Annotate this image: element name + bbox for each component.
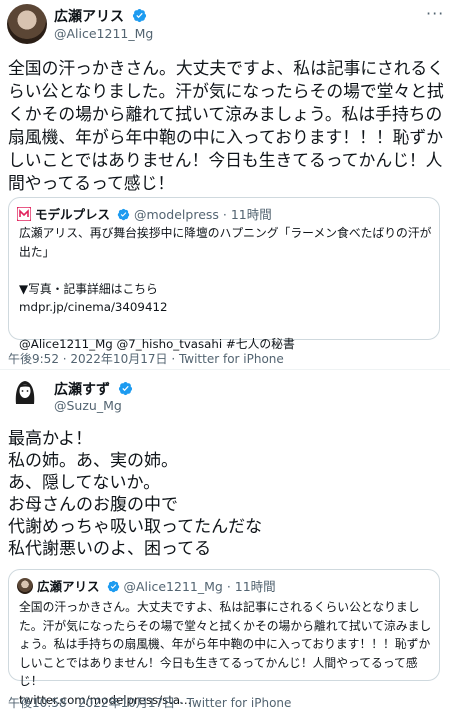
quoted-avatar [17, 578, 33, 594]
card-source-handle: @Alice1211_Mg [123, 579, 223, 594]
card-time-ago: · 11時間 [222, 207, 272, 222]
verified-badge-icon [132, 8, 146, 23]
verified-badge-icon [107, 580, 119, 593]
card-header: モデルプレス @modelpress · 11時間 [17, 204, 272, 223]
verified-badge-icon [118, 381, 132, 396]
card-text: 広瀬アリス、再び舞台挨拶中に降壇のハプニング「ラーメン食べたばりの汗が出た」 ▼… [19, 226, 432, 351]
quoted-tweet-card[interactable]: 広瀬アリス @Alice1211_Mg · 11時間 全国の汗っかきさん。大丈夫… [8, 569, 440, 707]
display-name[interactable]: 広瀬アリス [54, 6, 147, 26]
card-time-ago: · 11時間 [226, 579, 276, 594]
card-text: 全国の汗っかきさん。大丈夫ですよ、私は記事にされるくらい公となりました。汗が気に… [19, 600, 432, 707]
display-name[interactable]: 広瀬すず [54, 379, 133, 399]
more-horizontal-icon[interactable]: ··· [426, 4, 444, 23]
verified-badge-icon [117, 208, 130, 221]
user-handle[interactable]: @Alice1211_Mg [54, 26, 153, 41]
avatar[interactable] [7, 4, 47, 44]
card-source-name: モデルプレス [35, 207, 111, 222]
tweet-alice: 広瀬アリス @Alice1211_Mg ··· 全国の汗っかきさん。大丈夫ですよ… [0, 0, 450, 370]
quoted-tweet-card[interactable]: モデルプレス @modelpress · 11時間 広瀬アリス、再び舞台挨拶中に… [8, 197, 440, 351]
tweet-body: 最高かよ！ 私の姉。あ、実の姉。 あ、隠してないか。 お母さんのお腹の中で 代謝… [8, 429, 263, 559]
card-header: 広瀬アリス @Alice1211_Mg · 11時間 [17, 576, 276, 595]
tweet-body: 全国の汗っかきさん。大丈夫ですよ、私は記事にされるくらい公となりました。汗が気に… [8, 58, 444, 193]
card-source-handle: @modelpress [133, 207, 219, 222]
tweet-timestamp[interactable]: 午後9:52 · 2022年10月17日 · Twitter for iPhon… [8, 350, 284, 367]
modelpress-logo-icon [17, 207, 31, 221]
user-handle[interactable]: @Suzu_Mg [54, 398, 122, 413]
avatar[interactable] [10, 376, 40, 406]
avatar-illustration-icon [15, 381, 35, 404]
tweet-timestamp[interactable]: 午後10:58 · 2022年10月17日 · Twitter for iPho… [8, 694, 291, 711]
card-source-name: 広瀬アリス [37, 579, 100, 594]
